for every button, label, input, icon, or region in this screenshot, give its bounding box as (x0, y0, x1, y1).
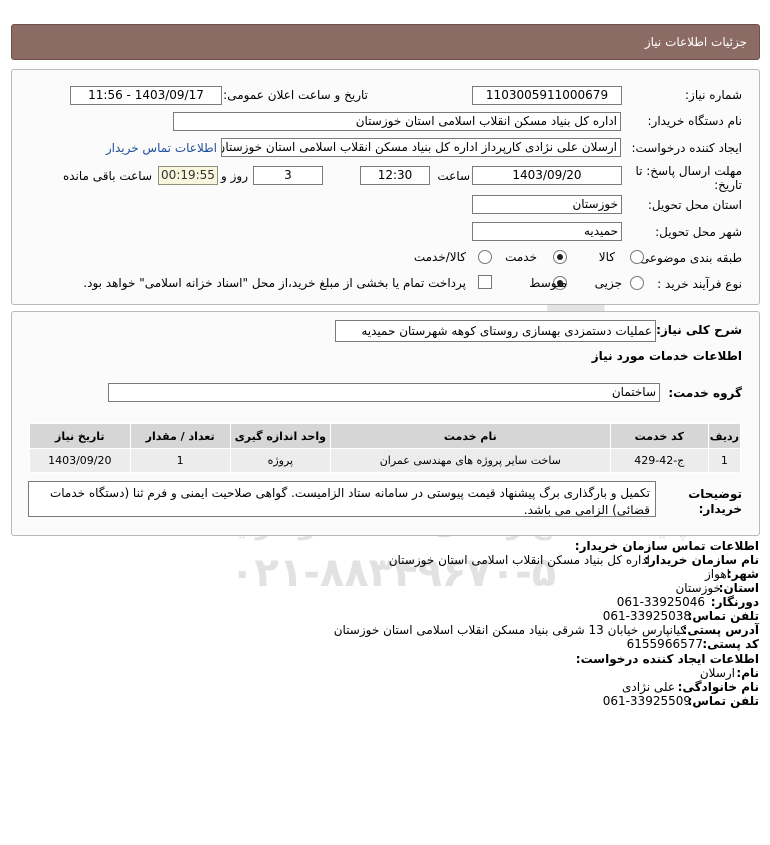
page-header: جزئیات اطلاعات نیاز (11, 24, 760, 60)
cell-need-date: 1403/09/20 (29, 448, 131, 473)
category-radio-goods[interactable] (630, 250, 644, 264)
contact-fax-value: 061-33925046 (616, 595, 705, 609)
category-radio-service[interactable] (553, 250, 567, 264)
creator-first-name-label: نام: (736, 666, 759, 680)
deadline-label: مهلت ارسال پاسخ: تا (635, 164, 742, 178)
page-title: جزئیات اطلاعات نیاز (644, 35, 747, 49)
services-table-header: ردیف کد خدمت نام خدمت واحد اندازه گیری ت… (29, 423, 742, 449)
description-label: شرح کلی نیاز: (656, 323, 742, 337)
contact-city-label: شهر: (727, 567, 759, 581)
treasury-payment-checkbox[interactable] (478, 275, 492, 289)
col-date-header: تاریخ نیاز (29, 423, 131, 449)
buyer-notes-label: توضیحات (688, 487, 742, 501)
buyer-org-field[interactable]: اداره کل بنیاد مسکن انقلاب اسلامی استان … (173, 112, 621, 131)
city-label: شهر محل تحویل: (655, 225, 742, 239)
province-field[interactable]: خوزستان (472, 195, 622, 214)
treasury-payment-text: پرداخت تمام یا بخشی از مبلغ خرید،از محل … (83, 276, 466, 290)
creator-label: ایجاد کننده درخواست: (631, 141, 742, 155)
contact-postal-value: 6155966577 (626, 637, 703, 651)
need-number-label: شماره نیاز: (685, 88, 742, 102)
buyer-notes-field[interactable]: تکمیل و بارگذاری برگ پیشنهاد قیمت پیوستی… (28, 481, 656, 517)
cell-row-number: 1 (707, 448, 742, 473)
contact-phone-value: 061-33925038 (602, 609, 691, 623)
contact-section-title: اطلاعات تماس سازمان خریدار: (574, 539, 759, 553)
buyer-org-label: نام دستگاه خریدار: (647, 114, 743, 128)
need-number-field[interactable]: 1103005911000679 (472, 86, 622, 105)
creator-section-title: اطلاعات ایجاد کننده درخواست: (575, 652, 759, 666)
announce-label: تاریخ و ساعت اعلان عمومی: (223, 88, 368, 102)
contact-fax-label: دورنگار: (710, 595, 759, 609)
process-option-minor: جزیی (594, 276, 622, 290)
creator-first-name-value: ارسلان (699, 666, 735, 680)
deadline-date-field[interactable]: 1403/09/20 (472, 166, 622, 185)
services-title: اطلاعات خدمات مورد نیاز (591, 349, 742, 363)
cell-quantity: 1 (129, 448, 231, 473)
category-option-goods-service: کالا/خدمت (413, 250, 466, 264)
category-option-service: خدمت (505, 250, 537, 264)
cell-unit: پروژه (229, 448, 331, 473)
contact-org-label: نام سازمان خریدار: (644, 553, 759, 567)
col-name-header: نام خدمت (329, 423, 611, 449)
contact-postal-label: کد پستی: (702, 637, 759, 651)
days-field[interactable]: 3 (253, 166, 323, 185)
contact-province-label: استان: (718, 581, 759, 595)
buyer-contact-link[interactable]: اطلاعات تماس خریدار (106, 141, 217, 155)
service-group-label: گروه خدمت: (668, 386, 742, 400)
creator-phone-label: تلفن تماس: (687, 694, 759, 708)
table-row[interactable]: 1 ج-42-429 ساخت سایر پروژه های مهندسی عم… (29, 448, 742, 473)
deadline-date-label: تاریخ: (714, 178, 742, 192)
contact-phone-label: تلفن تماس: (687, 609, 759, 623)
province-label: استان محل تحویل: (647, 198, 742, 212)
contact-city-value: اهواز (705, 567, 730, 581)
process-label: نوع فرآیند خرید : (657, 277, 742, 291)
creator-phone-value: 061-33925509 (602, 694, 691, 708)
contact-org-value: اداره کل بنیاد مسکن انقلاب اسلامی استان … (388, 553, 650, 567)
buyer-notes-label-2: خریدار: (698, 502, 742, 516)
category-radio-goods-service[interactable] (478, 250, 492, 264)
days-label: روز و (221, 169, 248, 183)
category-label: طبقه بندی موضوعی: (635, 251, 742, 265)
contact-province-value: خوزستان (675, 581, 721, 595)
creator-last-name-value: علی نژادی (622, 680, 675, 694)
col-code-header: کد خدمت (609, 423, 709, 449)
category-option-goods: کالا (598, 250, 615, 264)
remaining-label: ساعت باقی مانده (62, 169, 152, 183)
contact-address-value: کیانپارس خیابان 13 شرقی بنیاد مسکن انقلا… (333, 623, 686, 637)
creator-field[interactable]: ارسلان علی نژادی کارپرداز اداره کل بنیاد… (221, 138, 621, 157)
creator-last-name-label: نام خانوادگی: (677, 680, 759, 694)
services-table: ردیف کد خدمت نام خدمت واحد اندازه گیری ت… (29, 423, 742, 473)
col-row-header: ردیف (707, 423, 742, 449)
announce-datetime-field[interactable]: 1403/09/17 - 11:56 (70, 86, 222, 105)
city-field[interactable]: حمیدیه (472, 222, 622, 241)
process-option-medium: متوسط (529, 276, 567, 290)
remaining-timer: 00:19:55 (158, 166, 218, 185)
deadline-time-field[interactable]: 12:30 (360, 166, 430, 185)
description-field[interactable]: عملیات دستمزدی بهسازی روستای کوهه شهرستا… (335, 320, 656, 342)
col-unit-header: واحد اندازه گیری (229, 423, 331, 449)
cell-service-name: ساخت سایر پروژه های مهندسی عمران (329, 448, 611, 473)
deadline-time-label: ساعت (437, 169, 470, 183)
process-radio-minor[interactable] (630, 276, 644, 290)
cell-service-code: ج-42-429 (609, 448, 709, 473)
col-qty-header: تعداد / مقدار (129, 423, 231, 449)
contact-address-label: آدرس پستی: (682, 623, 759, 637)
service-group-field[interactable]: ساختمان (108, 383, 660, 402)
